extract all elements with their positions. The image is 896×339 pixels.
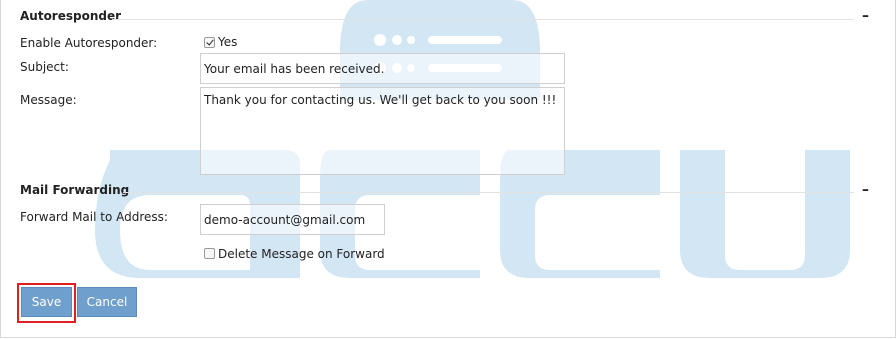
enable-autoresponder-value: Yes (218, 35, 238, 49)
forward-address-input[interactable]: demo-account@gmail.com (200, 204, 385, 235)
mail-forwarding-section-title: Mail Forwarding (20, 183, 130, 197)
section-divider (123, 192, 854, 193)
message-textarea[interactable]: Thank you for contacting us. We'll get b… (200, 87, 565, 175)
subject-label: Subject: (20, 60, 69, 74)
subject-input[interactable]: Your email has been received. (200, 53, 565, 84)
delete-message-checkbox[interactable] (204, 248, 215, 259)
enable-autoresponder-label: Enable Autoresponder: (20, 36, 158, 50)
autoresponder-collapse-icon[interactable]: – (862, 9, 869, 23)
enable-autoresponder-checkbox[interactable] (204, 37, 215, 48)
section-divider (112, 19, 854, 20)
save-button[interactable]: Save (21, 287, 72, 317)
mail-forwarding-collapse-icon[interactable]: – (862, 183, 869, 197)
message-label: Message: (20, 93, 77, 107)
autoresponder-section-title: Autoresponder (20, 9, 122, 23)
delete-message-label: Delete Message on Forward (218, 247, 385, 261)
forward-mail-label: Forward Mail to Address: (20, 210, 168, 224)
cancel-button[interactable]: Cancel (77, 287, 137, 317)
